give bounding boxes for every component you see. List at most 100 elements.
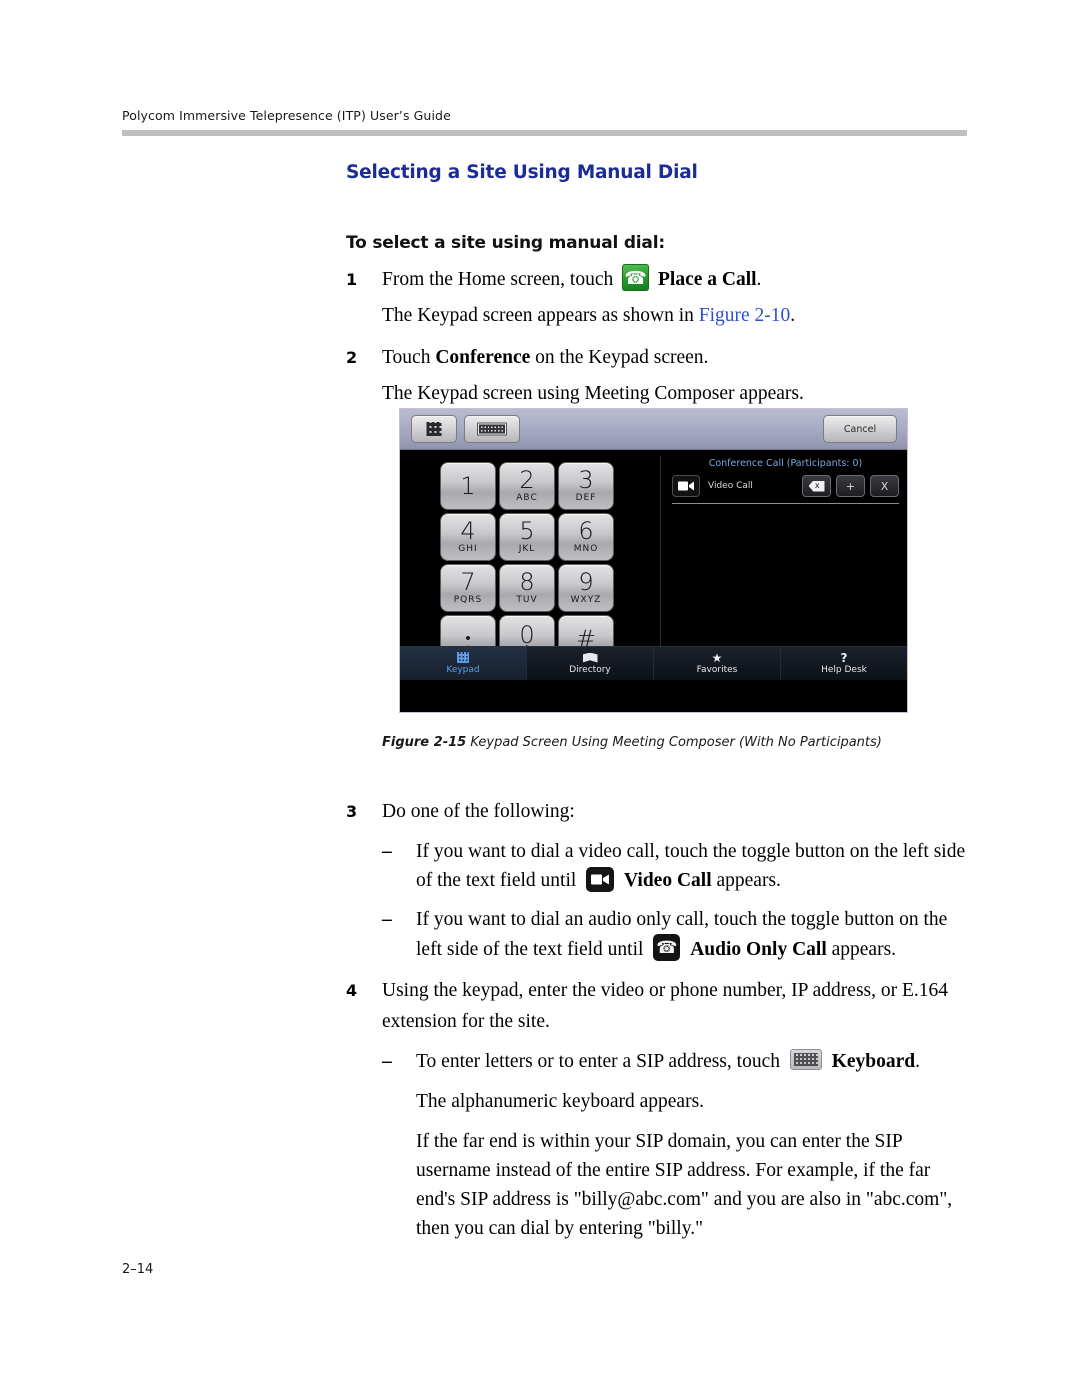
figure-number: Figure 2-15 [382,735,467,750]
device-body: 1 2 ABC 3 DEF 4 GHI 5 JKL 6 MNO 7 PQRS 8… [400,450,907,680]
step-text: From the Home screen, touch [382,269,614,290]
conference-panel: Conference Call (Participants: 0) Video … [672,458,899,504]
key-sub: DEF [575,493,597,503]
dark-phone-icon: ☎ [653,934,681,961]
step-number: 2 [346,348,358,367]
key-sub: ABC [516,493,538,503]
step-3-bullet-1: – If you want to dial a video call, touc… [346,837,971,895]
step-1: 1 From the Home screen, touch ☎ Place a … [346,264,971,295]
step-3: 3 Do one of the following: [346,796,971,827]
step-4-result: The alphanumeric keyboard appears. [416,1091,705,1112]
key-6[interactable]: 6 MNO [558,513,614,561]
question-mark-icon: ? [840,650,848,665]
toolbar-keypad-button[interactable] [411,415,457,443]
call-entry-row: Video Call + X [672,475,899,504]
bullet-bold-label: Keyboard [831,1051,916,1072]
device-toolbar: Cancel [400,409,907,450]
video-camera-icon [586,867,615,892]
bullet-dash: – [382,1051,392,1072]
key-2[interactable]: 2 ABC [499,462,555,510]
step-4-bullet-1: – To enter letters or to enter a SIP add… [346,1047,971,1076]
page-title: Selecting a Site Using Manual Dial [346,162,698,183]
key-sub: PQRS [453,595,483,605]
step-4: 4 Using the keypad, enter the video or p… [346,975,971,1037]
conference-title: Conference Call (Participants: 0) [708,458,863,469]
bullet-text-after: appears. [711,870,781,891]
key-3[interactable]: 3 DEF [558,462,614,510]
star-icon: ★ [711,650,723,665]
dial-keypad: 1 2 ABC 3 DEF 4 GHI 5 JKL 6 MNO 7 PQRS 8… [440,462,616,663]
figure-xref-link[interactable]: Figure 2-10 [699,305,791,326]
tab-directory[interactable]: Directory [527,647,654,680]
cancel-button[interactable]: Cancel [823,415,897,443]
step-1-result: The Keypad screen appears as shown in Fi… [346,300,971,331]
header-rule [122,130,967,136]
add-participant-button[interactable]: + [836,475,865,497]
call-mode-label: Video Call [708,481,753,491]
call-entry-actions: + X [802,475,899,497]
key-sub: WXYZ [570,595,602,605]
step-text-after: on the Keypad screen. [530,347,709,368]
bullet-dash: – [382,841,392,862]
clear-entry-button[interactable]: X [870,475,899,497]
key-main: 3 [578,466,594,494]
toolbar-keyboard-button[interactable] [464,415,520,443]
key-8[interactable]: 8 TUV [499,564,555,612]
bullet-bold-label: Audio Only Call [690,939,827,960]
backspace-button[interactable] [802,475,831,497]
book-icon [582,651,598,664]
page-number-footer: 2–14 [122,1262,154,1277]
key-main: 9 [578,568,594,596]
tab-help-desk[interactable]: ? Help Desk [781,647,907,680]
tab-label: Keypad [446,665,480,675]
bullet-text: To enter letters or to enter a SIP addre… [416,1051,780,1072]
key-main: 7 [460,568,476,596]
panel-divider [660,456,661,672]
keypad-grid-icon [426,422,442,436]
step-2: 2 Touch Conference on the Keypad screen. [346,342,971,373]
step-text: Using the keypad, enter the video or pho… [382,980,949,1032]
step-bold-label: Place a Call [657,269,757,290]
tab-label: Help Desk [821,665,867,675]
key-1[interactable]: 1 [440,462,496,510]
step-bold-label: Conference [435,347,531,368]
key-7[interactable]: 7 PQRS [440,564,496,612]
result-text: The Keypad screen appears as shown in [382,305,699,326]
step-number: 1 [346,270,358,289]
tab-label: Favorites [696,665,738,675]
step-2-result: The Keypad screen using Meeting Composer… [382,383,804,404]
keyboard-icon [789,1049,822,1070]
key-sub: GHI [458,544,478,554]
key-9[interactable]: 9 WXYZ [558,564,614,612]
bullet-bold-label: Video Call [624,870,712,891]
content-upper: Selecting a Site Using Manual Dial To se… [346,162,971,409]
device-tab-bar: Keypad Directory ★ Favorites ? Help Desk [400,646,907,680]
call-mode-toggle-button[interactable] [672,475,700,497]
tab-keypad[interactable]: Keypad [400,647,527,680]
key-main: 1 [460,472,476,500]
tab-favorites[interactable]: ★ Favorites [654,647,781,680]
step-number: 4 [346,981,358,1000]
key-4[interactable]: 4 GHI [440,513,496,561]
tab-label: Directory [569,665,611,675]
figure-caption: Figure 2-15 Keypad Screen Using Meeting … [382,735,972,750]
key-main: 2 [519,466,535,494]
figure-keypad-screenshot: Cancel 1 2 ABC 3 DEF 4 GHI 5 JKL 6 MNO 7… [399,408,908,713]
key-5[interactable]: 5 JKL [499,513,555,561]
result-text-after: . [790,305,796,326]
keypad-grid-icon [457,651,469,664]
step-4-note: If the far end is within your SIP domain… [416,1131,953,1239]
step-number: 3 [346,802,358,821]
step-3-bullet-2: – If you want to dial an audio only call… [346,905,971,964]
green-phone-icon: ☎ [622,264,650,291]
step-text: Do one of the following: [382,801,575,822]
bullet-dash: – [382,909,392,930]
running-head-text: Polycom Immersive Telepresence (ITP) Use… [122,108,451,123]
key-sub: MNO [573,544,599,554]
key-main: 5 [519,517,535,545]
bullet-text-after: . [915,1051,921,1072]
step-text: Touch [382,347,436,368]
bullet-text-after: appears. [826,939,897,960]
step-text-after: . [756,269,762,290]
content-lower: 3 Do one of the following: – If you want… [346,785,971,1243]
